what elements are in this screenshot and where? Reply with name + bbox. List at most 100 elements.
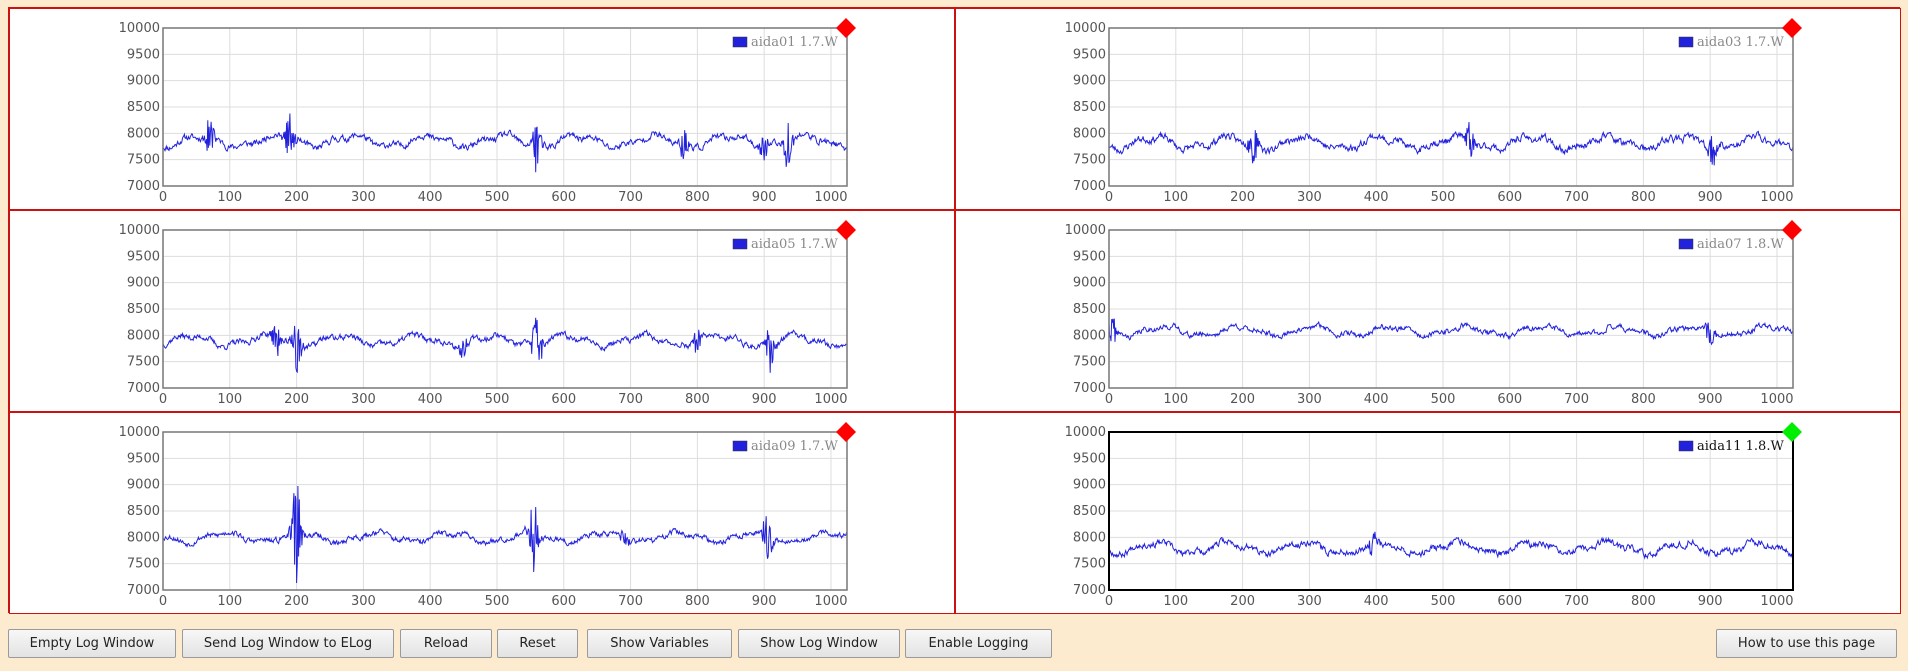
x-tick-label: 600: [1497, 594, 1522, 609]
y-tick-label: 8000: [127, 328, 160, 343]
y-tick-label: 8500: [127, 302, 160, 317]
y-tick-label: 9500: [127, 249, 160, 264]
x-tick-label: 600: [551, 190, 576, 205]
x-tick-label: 300: [351, 594, 376, 609]
y-tick-label: 10000: [1065, 425, 1106, 440]
x-tick-label: 200: [284, 392, 309, 407]
chart-aida11: 7000 7500 8000 8500 9000 9500 10000 0 100 200 300 4…: [1065, 422, 1802, 609]
x-tick-label: 600: [551, 392, 576, 407]
x-tick-label: 400: [418, 392, 443, 407]
y-tick-label: 8500: [1073, 504, 1106, 519]
y-tick-label: 9500: [1073, 47, 1106, 62]
y-tick-label: 8000: [127, 126, 160, 141]
y-tick-label: 7000: [127, 381, 160, 396]
y-tick-label: 8000: [1073, 126, 1106, 141]
x-tick-label: 200: [1230, 392, 1255, 407]
x-tick-label: 500: [485, 594, 510, 609]
x-tick-label: 500: [1431, 190, 1456, 205]
series-line: [1108, 122, 1794, 166]
x-tick-label: 900: [1698, 594, 1723, 609]
x-tick-label: 0: [1105, 190, 1113, 205]
x-tick-label: 100: [1163, 190, 1188, 205]
y-tick-label: 7500: [1073, 557, 1106, 572]
legend-swatch: [732, 440, 748, 452]
how-to-use-button[interactable]: How to use this page: [1716, 629, 1897, 658]
y-tick-label: 7000: [127, 583, 160, 598]
button-bar: Empty Log Window Send Log Window to ELog…: [0, 629, 1908, 659]
legend-label: aida03 1.7.W: [1697, 35, 1784, 50]
x-tick-label: 800: [685, 392, 710, 407]
x-tick-label: 1000: [814, 594, 847, 609]
legend-swatch: [1678, 36, 1694, 48]
reload-button[interactable]: Reload: [400, 629, 492, 658]
y-tick-label: 7000: [127, 179, 160, 194]
y-tick-label: 7000: [1073, 583, 1106, 598]
series-line: [1108, 318, 1794, 346]
chart-panel-aida05: 7000 7500 8000 8500 9000 9500 10000 0 100 200 300 4…: [9, 210, 955, 412]
status-indicator-icon: [1782, 18, 1802, 38]
legend-label: aida11 1.8.W: [1697, 439, 1784, 454]
chart-panel-aida07: 7000 7500 8000 8500 9000 9500 10000 0 100 200 300 4…: [955, 210, 1901, 412]
y-tick-label: 9000: [1073, 276, 1106, 291]
y-tick-label: 9000: [127, 74, 160, 89]
x-tick-label: 300: [351, 190, 376, 205]
x-tick-label: 800: [685, 594, 710, 609]
x-tick-label: 800: [685, 190, 710, 205]
x-tick-label: 400: [1364, 594, 1389, 609]
x-tick-label: 100: [217, 190, 242, 205]
chart-aida01: 7000 7500 8000 8500 9000 9500 10000 0 100 200 300 4…: [119, 18, 856, 205]
x-tick-label: 800: [1631, 594, 1656, 609]
x-tick-label: 900: [1698, 190, 1723, 205]
chart-aida05: 7000 7500 8000 8500 9000 9500 10000 0 100 200 300 4…: [119, 220, 856, 407]
x-tick-label: 100: [217, 392, 242, 407]
y-tick-label: 8500: [1073, 302, 1106, 317]
series-line: [162, 317, 847, 374]
y-tick-label: 7500: [127, 557, 160, 572]
y-tick-label: 8500: [1073, 100, 1106, 115]
status-indicator-icon: [836, 422, 856, 442]
x-tick-label: 400: [418, 190, 443, 205]
y-tick-label: 7500: [1073, 355, 1106, 370]
y-tick-label: 9500: [1073, 249, 1106, 264]
reset-button[interactable]: Reset: [497, 629, 578, 658]
x-tick-label: 900: [1698, 392, 1723, 407]
show-variables-button[interactable]: Show Variables: [587, 629, 732, 658]
x-tick-label: 600: [551, 594, 576, 609]
y-tick-label: 10000: [119, 223, 160, 238]
y-tick-label: 9000: [1073, 74, 1106, 89]
series-line: [162, 113, 848, 173]
x-tick-label: 300: [1297, 594, 1322, 609]
legend-swatch: [732, 238, 748, 250]
legend-label: aida09 1.7.W: [751, 439, 838, 454]
y-tick-label: 8500: [127, 504, 160, 519]
x-tick-label: 500: [485, 392, 510, 407]
chart-aida03: 7000 7500 8000 8500 9000 9500 10000 0 100 200 300 4…: [1065, 18, 1802, 205]
charts-grid: 7000 7500 8000 8500 9000 9500 10000 0 100 200 300 4…: [8, 7, 1901, 614]
y-tick-label: 10000: [1065, 21, 1106, 36]
x-tick-label: 300: [351, 392, 376, 407]
y-tick-label: 7000: [1073, 381, 1106, 396]
x-tick-label: 500: [1431, 594, 1456, 609]
x-tick-label: 0: [159, 190, 167, 205]
y-tick-label: 9500: [1073, 451, 1106, 466]
legend-label: aida07 1.8.W: [1697, 237, 1784, 252]
legend-label: aida01 1.7.W: [751, 35, 838, 50]
legend-label: aida05 1.7.W: [751, 237, 838, 252]
x-tick-label: 0: [1105, 594, 1113, 609]
enable-logging-button[interactable]: Enable Logging: [905, 629, 1052, 658]
empty-log-window-button[interactable]: Empty Log Window: [8, 629, 176, 658]
x-tick-label: 1000: [814, 190, 847, 205]
legend-swatch: [1678, 440, 1694, 452]
x-tick-label: 300: [1297, 190, 1322, 205]
x-tick-label: 100: [1163, 594, 1188, 609]
x-tick-label: 700: [1564, 392, 1589, 407]
show-log-window-button[interactable]: Show Log Window: [738, 629, 900, 658]
chart-panel-aida03: 7000 7500 8000 8500 9000 9500 10000 0 100 200 300 4…: [955, 8, 1901, 210]
send-log-to-elog-button[interactable]: Send Log Window to ELog: [182, 629, 394, 658]
y-tick-label: 9500: [127, 451, 160, 466]
chart-aida07: 7000 7500 8000 8500 9000 9500 10000 0 100 200 300 4…: [1065, 220, 1802, 407]
y-tick-label: 8000: [127, 530, 160, 545]
y-tick-label: 9000: [1073, 478, 1106, 493]
x-tick-label: 400: [1364, 190, 1389, 205]
x-tick-label: 400: [1364, 392, 1389, 407]
